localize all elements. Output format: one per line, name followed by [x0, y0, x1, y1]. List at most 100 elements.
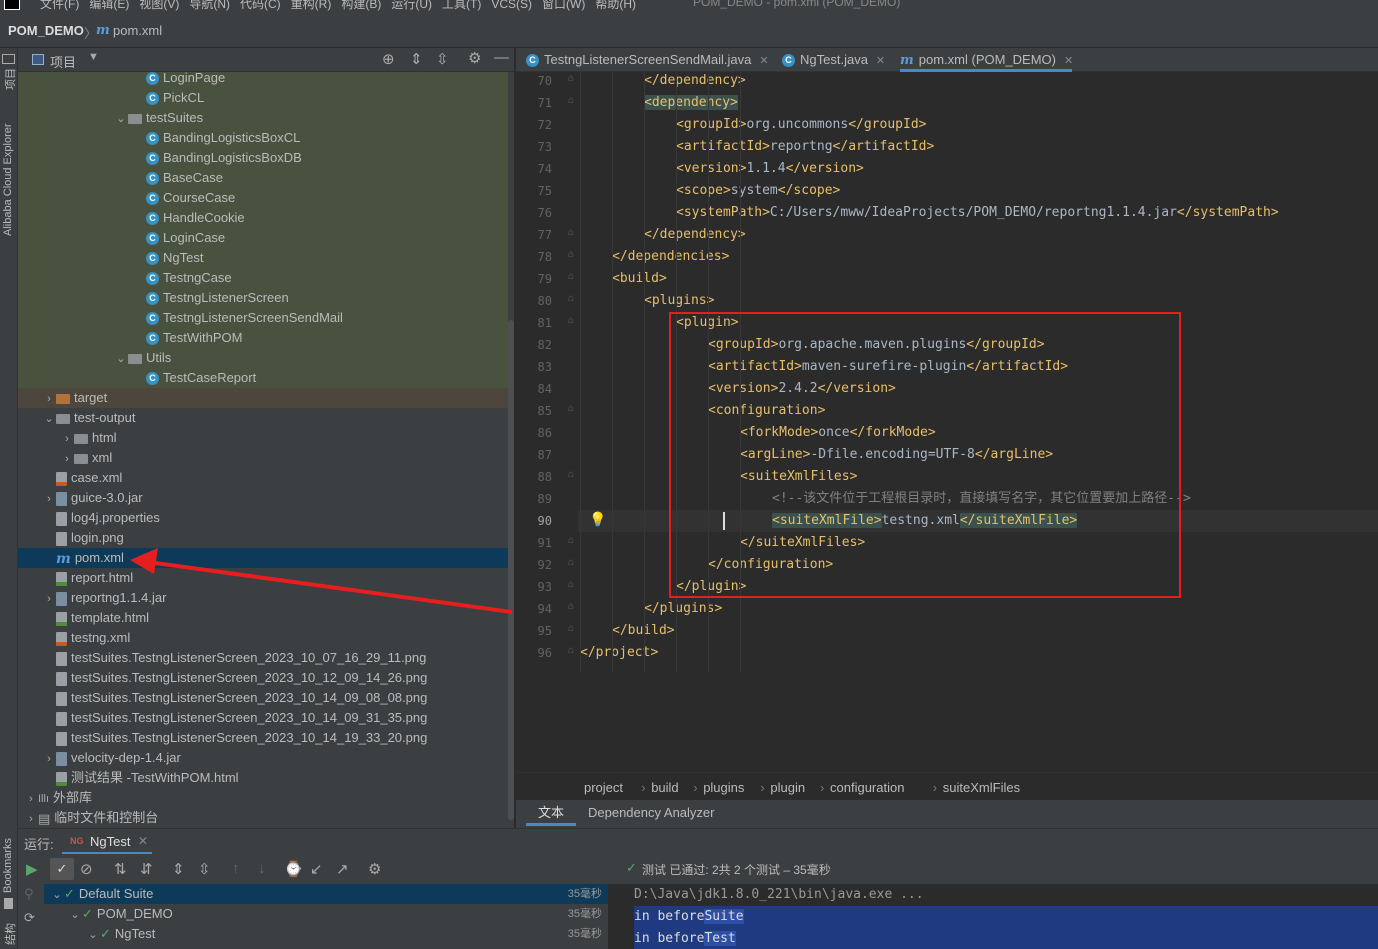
- show-passed-icon[interactable]: ✓: [50, 858, 74, 880]
- tree-item[interactable]: testng.xml: [18, 628, 508, 648]
- bookmarks-label[interactable]: Bookmarks: [2, 838, 14, 893]
- tree-item[interactable]: › ▤ 临时文件和控制台: [18, 808, 508, 828]
- sort-duration-icon[interactable]: ⇵: [140, 860, 153, 878]
- fold-marker-icon[interactable]: ⌂: [568, 73, 574, 84]
- history-icon[interactable]: ⌚: [284, 860, 303, 878]
- collapse-all-icon[interactable]: ⇳: [198, 860, 211, 878]
- tree-item[interactable]: C NgTest: [18, 248, 508, 268]
- tree-item[interactable]: C TestngCase: [18, 268, 508, 288]
- locate-icon[interactable]: ⊕: [382, 50, 395, 68]
- tree-item[interactable]: 测试结果 -TestWithPOM.html: [18, 768, 508, 788]
- tree-item[interactable]: › guice-3.0.jar: [18, 488, 508, 508]
- tree-item[interactable]: testSuites.TestngListenerScreen_2023_10_…: [18, 648, 508, 668]
- breadcrumb-item[interactable]: plugin: [770, 780, 805, 795]
- tab-pom-xml[interactable]: m pom.xml (POM_DEMO) ✕: [900, 48, 1073, 72]
- fold-marker-icon[interactable]: ⌂: [568, 469, 574, 480]
- tab-dependency-analyzer[interactable]: Dependency Analyzer: [588, 800, 714, 826]
- breadcrumb-item[interactable]: plugins: [703, 780, 744, 795]
- tree-item[interactable]: testSuites.TestngListenerScreen_2023_10_…: [18, 728, 508, 748]
- project-panel-title[interactable]: 项目: [50, 52, 76, 71]
- menu-item[interactable]: 帮助(H): [595, 0, 636, 11]
- tree-item[interactable]: C PickCL: [18, 88, 508, 108]
- fold-marker-icon[interactable]: ⌂: [568, 645, 574, 656]
- breadcrumb-item[interactable]: project: [584, 780, 623, 795]
- chevron-right-icon[interactable]: ›: [24, 789, 38, 809]
- menu-item[interactable]: 文件(F): [40, 0, 79, 11]
- chevron-down-icon[interactable]: ⌄: [114, 349, 128, 369]
- tree-item[interactable]: case.xml: [18, 468, 508, 488]
- tree-item[interactable]: testSuites.TestngListenerScreen_2023_10_…: [18, 668, 508, 688]
- tree-item[interactable]: C BandingLogisticsBoxCL: [18, 128, 508, 148]
- tree-item[interactable]: C BandingLogisticsBoxDB: [18, 148, 508, 168]
- menu-item[interactable]: 运行(U): [391, 0, 432, 11]
- gear-icon[interactable]: ⚙: [468, 49, 481, 67]
- menu-item[interactable]: 重构(R): [291, 0, 332, 11]
- close-icon[interactable]: ✕: [759, 55, 768, 67]
- chevron-right-icon[interactable]: ›: [42, 589, 56, 609]
- fold-marker-icon[interactable]: ⌂: [568, 249, 574, 260]
- fold-marker-icon[interactable]: ⌂: [568, 579, 574, 590]
- tree-item[interactable]: C CourseCase: [18, 188, 508, 208]
- tree-item[interactable]: testSuites.TestngListenerScreen_2023_10_…: [18, 688, 508, 708]
- chevron-right-icon[interactable]: ›: [42, 749, 56, 769]
- chevron-right-icon[interactable]: ›: [60, 449, 74, 469]
- tree-item[interactable]: › velocity-dep-1.4.jar: [18, 748, 508, 768]
- dropdown-arrow-icon[interactable]: ▼: [88, 51, 99, 63]
- gear-icon[interactable]: ⚙: [368, 860, 381, 878]
- expand-all-icon[interactable]: ⇕: [410, 50, 423, 68]
- tree-item[interactable]: ⌄ testSuites: [18, 108, 508, 128]
- structure-label[interactable]: 结构: [2, 923, 18, 945]
- fold-marker-icon[interactable]: ⌂: [568, 601, 574, 612]
- tree-item[interactable]: C LoginCase: [18, 228, 508, 248]
- breadcrumb-item[interactable]: suiteXmlFiles: [943, 780, 1020, 795]
- editor-tab[interactable]: C TestngListenerScreenSendMail.java ✕: [526, 48, 776, 72]
- fold-marker-icon[interactable]: ⌂: [568, 535, 574, 546]
- chevron-right-icon[interactable]: ›: [42, 389, 56, 409]
- editor-tab[interactable]: C NgTest.java ✕: [782, 48, 894, 72]
- project-tool-icon[interactable]: [2, 54, 15, 64]
- show-ignored-icon[interactable]: ⊘: [80, 860, 93, 878]
- tree-item[interactable]: C TestngListenerScreen: [18, 288, 508, 308]
- tree-item[interactable]: C BaseCase: [18, 168, 508, 188]
- menu-item[interactable]: 导航(N): [189, 0, 230, 11]
- fold-marker-icon[interactable]: ⌂: [568, 623, 574, 634]
- minimize-icon[interactable]: —: [494, 49, 509, 66]
- tab-text[interactable]: 文本: [526, 800, 577, 826]
- menu-item[interactable]: 工具(T): [442, 0, 481, 11]
- sort-alpha-icon[interactable]: ⇅: [114, 860, 127, 878]
- breadcrumb-item[interactable]: configuration: [830, 780, 904, 795]
- menu-item[interactable]: 编辑(E): [89, 0, 129, 11]
- chevron-down-icon[interactable]: ⌄: [114, 109, 128, 129]
- tree-item[interactable]: › xml: [18, 448, 508, 468]
- chevron-down-icon[interactable]: ⌄: [68, 905, 82, 925]
- project-tool-label[interactable]: 项目: [2, 68, 18, 90]
- tree-item[interactable]: › Illı 外部库: [18, 788, 508, 808]
- export-icon[interactable]: ↗: [336, 860, 349, 878]
- menu-item[interactable]: 代码(C): [240, 0, 281, 11]
- import-icon[interactable]: ↙: [310, 860, 323, 878]
- tree-item[interactable]: › target: [18, 388, 508, 408]
- fold-marker-icon[interactable]: ⌂: [568, 227, 574, 238]
- alibaba-cloud-explorer-label[interactable]: Alibaba Cloud Explorer: [2, 123, 14, 236]
- tree-item[interactable]: C TestCaseReport: [18, 368, 508, 388]
- chevron-down-icon[interactable]: ⌄: [42, 409, 56, 429]
- tree-item[interactable]: log4j.properties: [18, 508, 508, 528]
- chevron-right-icon[interactable]: ›: [60, 429, 74, 449]
- fold-marker-icon[interactable]: ⌂: [568, 293, 574, 304]
- rerun-icon[interactable]: ▶: [26, 860, 38, 878]
- run-console[interactable]: D:\Java\jdk1.8.0_221\bin\java.exe ... in …: [626, 884, 1378, 949]
- chevron-right-icon[interactable]: ›: [24, 809, 38, 828]
- menu-item[interactable]: 构建(B): [341, 0, 381, 11]
- pin-icon[interactable]: ⚲: [24, 886, 34, 902]
- breadcrumb-item[interactable]: build: [651, 780, 678, 795]
- fold-marker-icon[interactable]: ⌂: [568, 315, 574, 326]
- tree-item[interactable]: C TestWithPOM: [18, 328, 508, 348]
- tree-item[interactable]: ⌄ test-output: [18, 408, 508, 428]
- chevron-right-icon[interactable]: ›: [42, 489, 56, 509]
- tree-item[interactable]: › html: [18, 428, 508, 448]
- lightbulb-icon[interactable]: 💡: [589, 511, 606, 528]
- tree-item[interactable]: C HandleCookie: [18, 208, 508, 228]
- chevron-down-icon[interactable]: ⌄: [50, 885, 64, 905]
- fold-marker-icon[interactable]: ⌂: [568, 557, 574, 568]
- nav-project[interactable]: POM_DEMO: [8, 23, 84, 38]
